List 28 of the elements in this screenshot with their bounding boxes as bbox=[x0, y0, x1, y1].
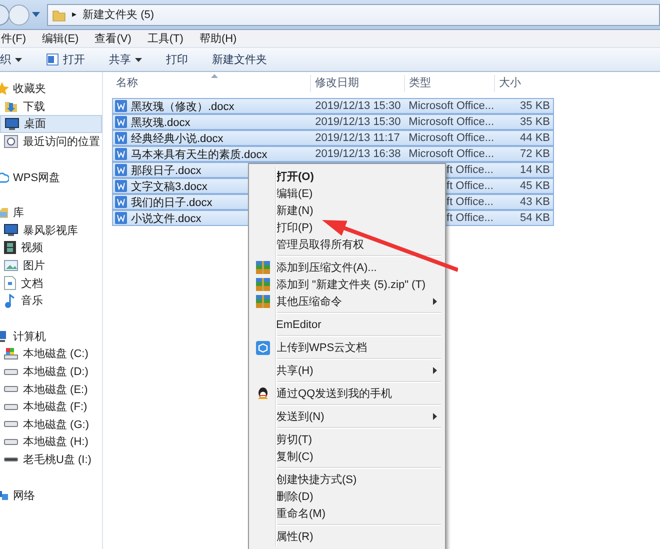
file-size: 43 KB bbox=[520, 196, 550, 208]
file-size: 45 KB bbox=[520, 180, 550, 192]
modified-date: 2019/12/13 15:30 bbox=[315, 100, 401, 112]
modified-date: 2019/12/13 11:17 bbox=[315, 132, 400, 144]
file-name: 经典经典小说.docx bbox=[131, 132, 224, 146]
file-size: 72 KB bbox=[520, 148, 550, 160]
file-type: ft Office... bbox=[446, 212, 494, 224]
file-name: 小说文件.docx bbox=[131, 212, 202, 226]
file-size: 54 KB bbox=[520, 212, 550, 224]
file-size: 35 KB bbox=[520, 116, 550, 128]
file-name: 文字文稿3.docx bbox=[131, 180, 208, 194]
file-type: ft Office... bbox=[446, 180, 494, 192]
file-name: 黑玫瑰（修改）.docx bbox=[131, 100, 234, 114]
file-size: 44 KB bbox=[520, 132, 550, 144]
file-name: 马本来具有天生的素质.docx bbox=[131, 148, 268, 162]
file-type: ft Office... bbox=[446, 196, 494, 208]
file-type: Microsoft Office... bbox=[408, 148, 494, 160]
file-size: 35 KB bbox=[520, 100, 550, 112]
file-type: Microsoft Office... bbox=[408, 132, 494, 144]
file-type: Microsoft Office... bbox=[408, 100, 494, 112]
file-type: Microsoft Office... bbox=[408, 116, 494, 128]
file-type: ft Office... bbox=[446, 164, 494, 176]
modified-date: 2019/12/13 15:30 bbox=[315, 116, 401, 128]
file-name: 那段日子.docx bbox=[131, 164, 202, 178]
file-size: 14 KB bbox=[520, 164, 550, 176]
file-name: 黑玫瑰.docx bbox=[131, 116, 190, 130]
file-name: 我们的日子.docx bbox=[131, 196, 212, 210]
modified-date: 2019/12/13 16:38 bbox=[315, 148, 401, 160]
